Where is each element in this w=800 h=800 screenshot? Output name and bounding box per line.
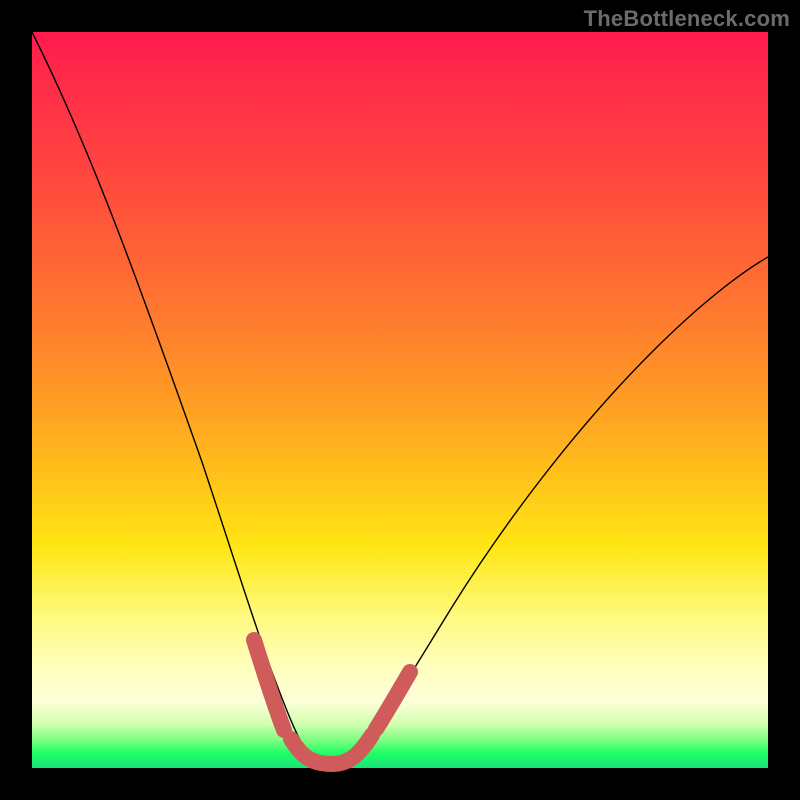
curve-layer xyxy=(32,32,768,768)
chart-frame: TheBottleneck.com xyxy=(0,0,800,800)
watermark-text: TheBottleneck.com xyxy=(584,6,790,32)
highlight-right-ascent xyxy=(376,672,410,729)
highlight-trough xyxy=(291,735,372,764)
plot-area xyxy=(32,32,768,768)
highlight-left-descent xyxy=(254,640,284,730)
bottleneck-curve xyxy=(32,32,768,765)
